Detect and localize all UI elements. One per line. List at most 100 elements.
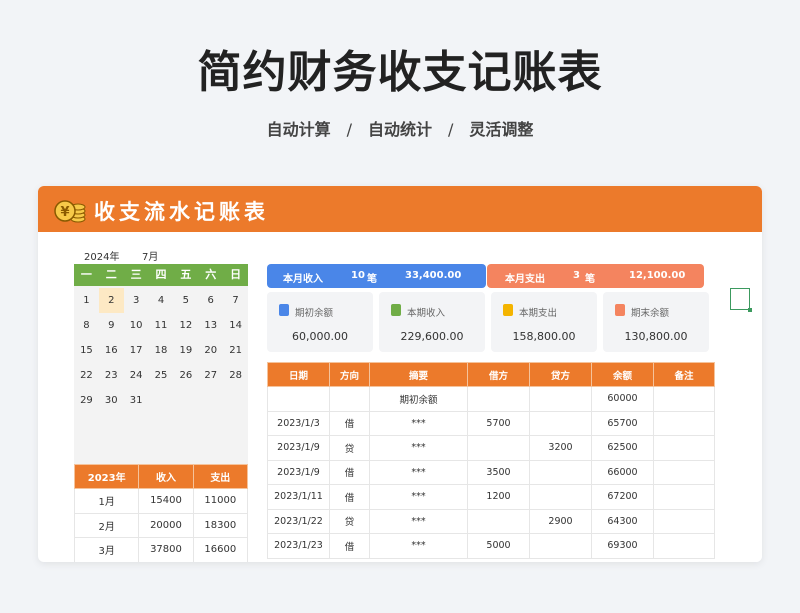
calendar: 2024年 7月 一 二 三 四 五 六 日 1 2 3 4 5 6 7 8 9 10 11 12 13…: [74, 244, 248, 468]
calendar-day[interactable]: 11: [149, 313, 174, 338]
calendar-day[interactable]: 25: [149, 363, 174, 388]
table-cell[interactable]: [653, 484, 715, 510]
table-cell[interactable]: [653, 508, 715, 534]
calendar-day[interactable]: 27: [198, 363, 223, 388]
table-cell[interactable]: 2023/1/9: [267, 459, 330, 485]
calendar-day[interactable]: 12: [173, 313, 198, 338]
table-cell[interactable]: 借: [329, 410, 370, 436]
table-cell[interactable]: 62500: [591, 435, 654, 461]
column-header: 余额: [591, 362, 654, 387]
table-cell[interactable]: 5000: [467, 533, 530, 559]
table-cell[interactable]: [529, 410, 592, 436]
table-cell[interactable]: 20000: [138, 512, 194, 538]
calendar-day[interactable]: 24: [124, 363, 149, 388]
calendar-year[interactable]: 2024年: [84, 248, 119, 263]
calendar-day[interactable]: 31: [124, 388, 149, 413]
table-cell[interactable]: [467, 386, 530, 412]
calendar-day[interactable]: 21: [223, 338, 248, 363]
calendar-day[interactable]: 10: [124, 313, 149, 338]
table-cell[interactable]: [529, 533, 592, 559]
table-cell[interactable]: 15400: [138, 488, 194, 514]
table-cell[interactable]: [653, 533, 715, 559]
table-cell[interactable]: 2023/1/23: [267, 533, 330, 559]
table-cell[interactable]: 2023/1/11: [267, 484, 330, 510]
table-cell[interactable]: 1200: [467, 484, 530, 510]
table-cell[interactable]: [529, 484, 592, 510]
table-cell[interactable]: ***: [369, 410, 468, 436]
table-cell[interactable]: 16600: [192, 537, 249, 562]
table-cell[interactable]: 借: [329, 459, 370, 485]
expense-count: 3: [573, 270, 580, 281]
subtitle-separator: /: [346, 120, 352, 139]
calendar-day[interactable]: 13: [198, 313, 223, 338]
table-cell[interactable]: 5700: [467, 410, 530, 436]
calendar-day[interactable]: 17: [124, 338, 149, 363]
calendar-day[interactable]: 20: [198, 338, 223, 363]
cell-selection-box[interactable]: [730, 288, 752, 312]
calendar-day[interactable]: 16: [99, 338, 124, 363]
stat-period-expense: 本期支出 158,800.00: [491, 292, 597, 352]
calendar-day[interactable]: 1: [74, 288, 99, 313]
calendar-day[interactable]: 15: [74, 338, 99, 363]
calendar-day[interactable]: 19: [173, 338, 198, 363]
table-cell[interactable]: ***: [369, 459, 468, 485]
calendar-day[interactable]: 18: [149, 338, 174, 363]
table-cell[interactable]: [329, 386, 370, 412]
table-cell[interactable]: 2900: [529, 508, 592, 534]
column-header: 2023年: [73, 464, 140, 489]
stat-closing-balance: 期末余额 130,800.00: [603, 292, 709, 352]
table-cell[interactable]: 贷: [329, 435, 370, 461]
table-cell[interactable]: 借: [329, 533, 370, 559]
table-cell[interactable]: 2023/1/3: [267, 410, 330, 436]
table-cell[interactable]: 64300: [591, 508, 654, 534]
table-cell[interactable]: [653, 386, 715, 412]
table-cell[interactable]: 69300: [591, 533, 654, 559]
table-cell[interactable]: 2月: [73, 512, 140, 538]
calendar-day[interactable]: 14: [223, 313, 248, 338]
table-cell[interactable]: [267, 386, 330, 412]
table-cell[interactable]: 3500: [467, 459, 530, 485]
table-cell[interactable]: 3月: [73, 537, 140, 562]
calendar-day[interactable]: 6: [198, 288, 223, 313]
calendar-day[interactable]: 5: [173, 288, 198, 313]
table-cell[interactable]: [529, 459, 592, 485]
calendar-day[interactable]: 28: [223, 363, 248, 388]
table-cell[interactable]: 2023/1/9: [267, 435, 330, 461]
table-cell[interactable]: 3200: [529, 435, 592, 461]
calendar-day[interactable]: 30: [99, 388, 124, 413]
table-cell[interactable]: [467, 435, 530, 461]
table-cell[interactable]: 2023/1/22: [267, 508, 330, 534]
calendar-day[interactable]: 26: [173, 363, 198, 388]
table-cell[interactable]: ***: [369, 508, 468, 534]
table-cell[interactable]: 65700: [591, 410, 654, 436]
calendar-day[interactable]: 3: [124, 288, 149, 313]
calendar-day[interactable]: 7: [223, 288, 248, 313]
table-cell[interactable]: ***: [369, 484, 468, 510]
table-cell[interactable]: 67200: [591, 484, 654, 510]
table-cell[interactable]: 11000: [192, 488, 249, 514]
table-cell[interactable]: 期初余额: [369, 386, 468, 412]
weekday-label: 一: [80, 268, 92, 281]
table-cell[interactable]: 贷: [329, 508, 370, 534]
calendar-day[interactable]: 9: [99, 313, 124, 338]
calendar-month[interactable]: 7月: [142, 248, 158, 263]
table-cell[interactable]: 18300: [192, 512, 249, 538]
table-cell[interactable]: 66000: [591, 459, 654, 485]
table-cell[interactable]: 60000: [591, 386, 654, 412]
calendar-day[interactable]: 8: [74, 313, 99, 338]
table-cell[interactable]: [467, 508, 530, 534]
calendar-day[interactable]: 4: [149, 288, 174, 313]
table-cell[interactable]: ***: [369, 533, 468, 559]
calendar-day[interactable]: 23: [99, 363, 124, 388]
table-cell[interactable]: 借: [329, 484, 370, 510]
table-cell[interactable]: [653, 459, 715, 485]
calendar-day[interactable]: 2: [98, 288, 124, 313]
table-cell[interactable]: ***: [369, 435, 468, 461]
table-cell[interactable]: [653, 410, 715, 436]
table-cell[interactable]: [529, 386, 592, 412]
calendar-day[interactable]: 22: [74, 363, 99, 388]
table-cell[interactable]: 1月: [73, 488, 140, 514]
calendar-day[interactable]: 29: [74, 388, 99, 413]
table-cell[interactable]: [653, 435, 715, 461]
table-cell[interactable]: 37800: [138, 537, 194, 562]
